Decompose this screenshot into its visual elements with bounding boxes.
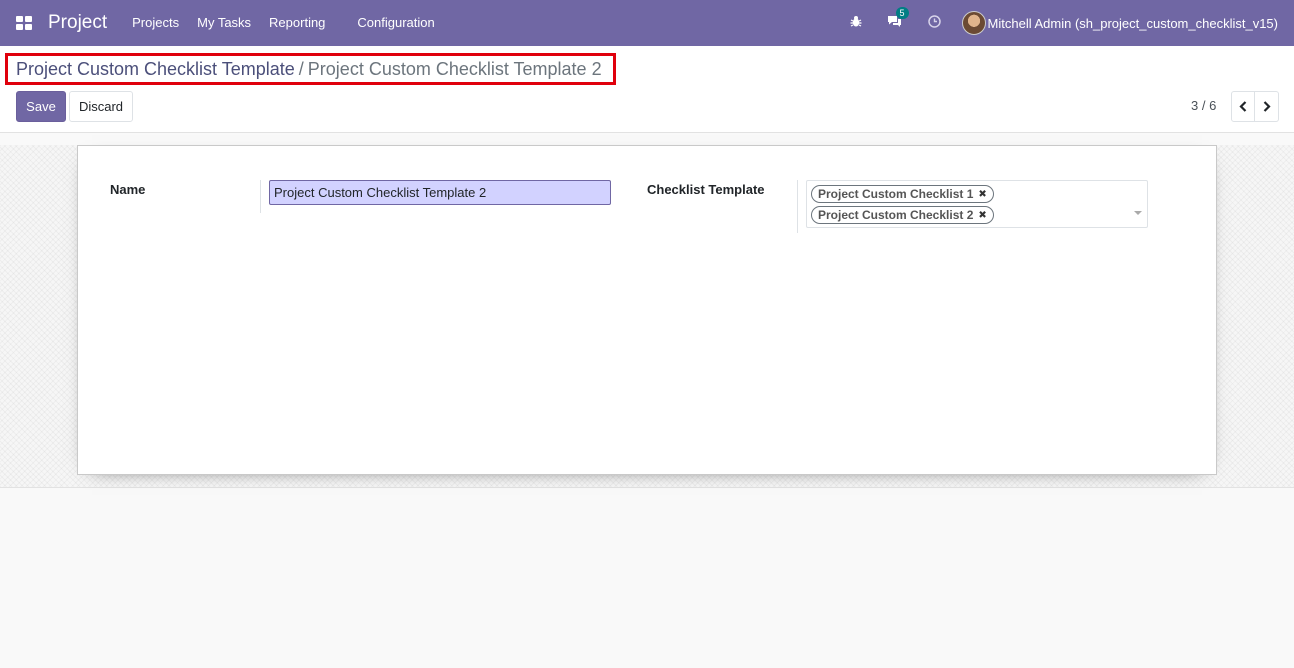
control-panel: Project Custom Checklist Template / Proj…: [0, 46, 1294, 133]
chevron-right-icon: [1263, 101, 1271, 112]
breadcrumb-current: Project Custom Checklist Template 2: [307, 58, 602, 79]
checklist-separator: [797, 180, 798, 233]
app-brand[interactable]: Project: [48, 12, 107, 34]
name-input[interactable]: [269, 180, 611, 205]
chat-icon[interactable]: 5: [884, 7, 909, 31]
top-navbar: Project Projects My Tasks Reporting Conf…: [0, 0, 1294, 46]
menu-item-projects[interactable]: Projects: [123, 0, 188, 46]
discard-button[interactable]: Discard: [69, 91, 133, 122]
chevron-left-icon: [1239, 101, 1247, 112]
save-button[interactable]: Save: [16, 91, 66, 122]
menu-item-reporting[interactable]: Reporting: [260, 0, 334, 46]
user-menu[interactable]: Mitchell Admin (sh_project_custom_checkl…: [988, 16, 1278, 31]
menu-item-my-tasks[interactable]: My Tasks: [188, 0, 260, 46]
apps-icon[interactable]: [16, 16, 32, 30]
dropdown-caret-icon[interactable]: [1134, 211, 1142, 215]
pager-buttons: [1231, 91, 1279, 122]
breadcrumb-separator: /: [298, 58, 304, 79]
systray: 5 Mitchell Admin (sh_project_custom_chec…: [845, 0, 1294, 46]
messages-badge: 5: [895, 7, 909, 19]
menu-item-configuration[interactable]: Configuration: [348, 0, 443, 46]
checklist-tag-label: Project Custom Checklist 1: [818, 187, 974, 201]
remove-tag-icon[interactable]: ✖: [978, 189, 986, 200]
checklist-template-label: Checklist Template: [647, 182, 765, 197]
checklist-template-field[interactable]: Project Custom Checklist 1 ✖ Project Cus…: [806, 180, 1148, 228]
name-label: Name: [110, 182, 146, 197]
pager-next-button[interactable]: [1255, 91, 1279, 122]
main-menu: Projects My Tasks Reporting Configuratio…: [123, 0, 444, 46]
user-avatar[interactable]: [961, 11, 986, 35]
checklist-tag-label: Project Custom Checklist 2: [818, 208, 974, 222]
pager-value[interactable]: 3 / 6: [1191, 98, 1216, 113]
checklist-tag: Project Custom Checklist 2 ✖: [811, 206, 994, 224]
checklist-tag: Project Custom Checklist 1 ✖: [811, 185, 994, 203]
name-separator: [260, 180, 261, 213]
breadcrumb-parent-link[interactable]: Project Custom Checklist Template: [16, 59, 295, 80]
remove-tag-icon[interactable]: ✖: [978, 210, 986, 221]
clock-icon[interactable]: [924, 15, 946, 31]
bug-icon[interactable]: [845, 15, 867, 31]
breadcrumb: Project Custom Checklist Template / Proj…: [5, 53, 616, 85]
pager-previous-button[interactable]: [1231, 91, 1255, 122]
